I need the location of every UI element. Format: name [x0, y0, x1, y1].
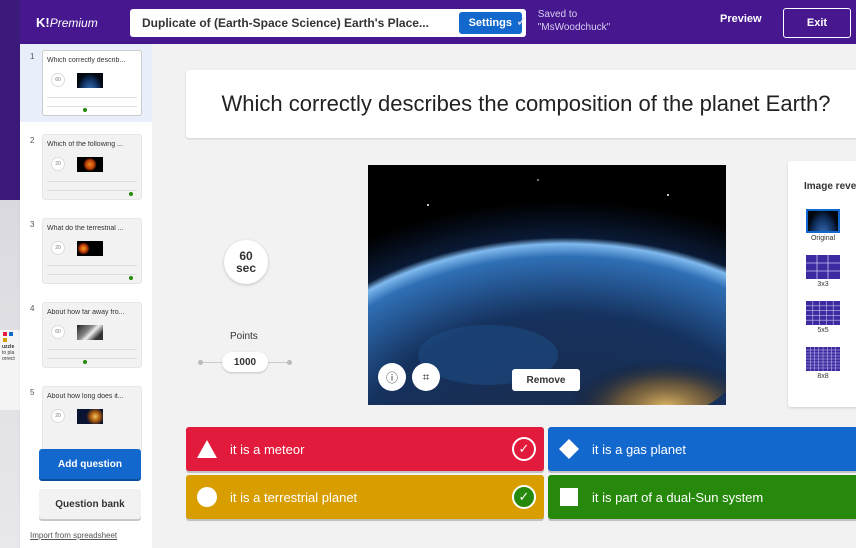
slide-item-5[interactable]: 5 About how long does it... 20	[20, 380, 152, 458]
question-editor: Which correctly describes the compositio…	[152, 44, 856, 548]
kahoot-logo[interactable]: K!Premium	[36, 15, 128, 30]
slide-timer: 20	[51, 157, 65, 171]
crop-icon: ⌗	[422, 369, 430, 384]
image-reveal-panel: Image reveal Original 3x3 5x5 8x8	[788, 161, 856, 407]
answer-option-1[interactable]: it is a meteor ✓	[186, 427, 544, 471]
answer-option-4[interactable]: it is part of a dual-Sun system	[548, 475, 856, 519]
kahoot-title-field[interactable]: Duplicate of (Earth-Space Science) Earth…	[130, 9, 526, 37]
preview-button[interactable]: Preview	[720, 13, 762, 25]
slide-thumbnail	[77, 409, 103, 424]
slide-timer: 60	[51, 73, 65, 87]
slide-item-4[interactable]: 4 About how far away fro... 60	[20, 296, 152, 374]
info-icon: ⓘ	[385, 370, 398, 385]
add-question-button[interactable]: Add question	[39, 449, 141, 479]
triangle-icon	[196, 438, 218, 460]
remove-image-button[interactable]: Remove	[512, 369, 580, 391]
slide-timer: 60	[51, 325, 65, 339]
slide-thumbnail	[77, 241, 103, 256]
points-selector[interactable]: 1000	[222, 352, 268, 372]
square-icon	[558, 486, 580, 508]
reveal-option-original[interactable]	[806, 209, 840, 233]
points-slider-max[interactable]	[287, 360, 292, 365]
question-image: ⓘ ⌗ Remove	[368, 165, 726, 405]
answer-option-2[interactable]: it is a gas planet	[548, 427, 856, 471]
background-fragment: uzzle to pla orrect	[0, 330, 20, 410]
question-sidebar: 1 Which correctly describ... 60 2 Which …	[20, 44, 152, 548]
slide-timer: 20	[51, 409, 65, 423]
points-slider-min[interactable]	[198, 360, 203, 365]
correct-answer-toggle[interactable]: ✓	[512, 437, 536, 461]
image-crop-button[interactable]: ⌗	[412, 363, 440, 391]
time-limit-button[interactable]: 60 sec	[224, 240, 268, 284]
slide-item-2[interactable]: 2 Which of the following ... 20	[20, 128, 152, 206]
slide-item-1[interactable]: 1 Which correctly describ... 60	[20, 44, 152, 122]
slide-item-3[interactable]: 3 What do the terrestrial ... 20	[20, 212, 152, 290]
question-bank-button[interactable]: Question bank	[39, 489, 141, 519]
slide-thumbnail	[77, 325, 103, 340]
exit-button[interactable]: Exit	[783, 8, 851, 38]
slide-timer: 20	[51, 241, 65, 255]
question-text: Which correctly describes the compositio…	[221, 91, 831, 116]
save-status: ✓ Saved to "MsWoodchuck"	[516, 9, 611, 33]
import-spreadsheet-link[interactable]: Import from spreadsheet	[30, 531, 117, 540]
top-bar: K!Premium Duplicate of (Earth-Space Scie…	[20, 0, 856, 44]
circle-icon	[196, 486, 218, 508]
reveal-option-5x5[interactable]	[806, 301, 840, 325]
slide-thumbnail	[77, 157, 103, 172]
settings-button[interactable]: Settings	[458, 12, 522, 34]
slide-thumbnail	[77, 73, 103, 88]
diamond-icon	[558, 438, 580, 460]
points-label: Points	[230, 331, 258, 342]
kahoot-title: Duplicate of (Earth-Space Science) Earth…	[142, 16, 429, 30]
background-photo	[0, 0, 20, 548]
check-icon: ✓	[516, 12, 528, 29]
answer-option-3[interactable]: it is a terrestrial planet ✓	[186, 475, 544, 519]
image-reveal-title: Image reveal	[804, 181, 856, 192]
correct-answer-toggle[interactable]: ✓	[512, 485, 536, 509]
reveal-option-3x3[interactable]	[806, 255, 840, 279]
reveal-option-8x8[interactable]	[806, 347, 840, 371]
image-info-button[interactable]: ⓘ	[378, 363, 406, 391]
question-input[interactable]: Which correctly describes the compositio…	[186, 70, 856, 138]
